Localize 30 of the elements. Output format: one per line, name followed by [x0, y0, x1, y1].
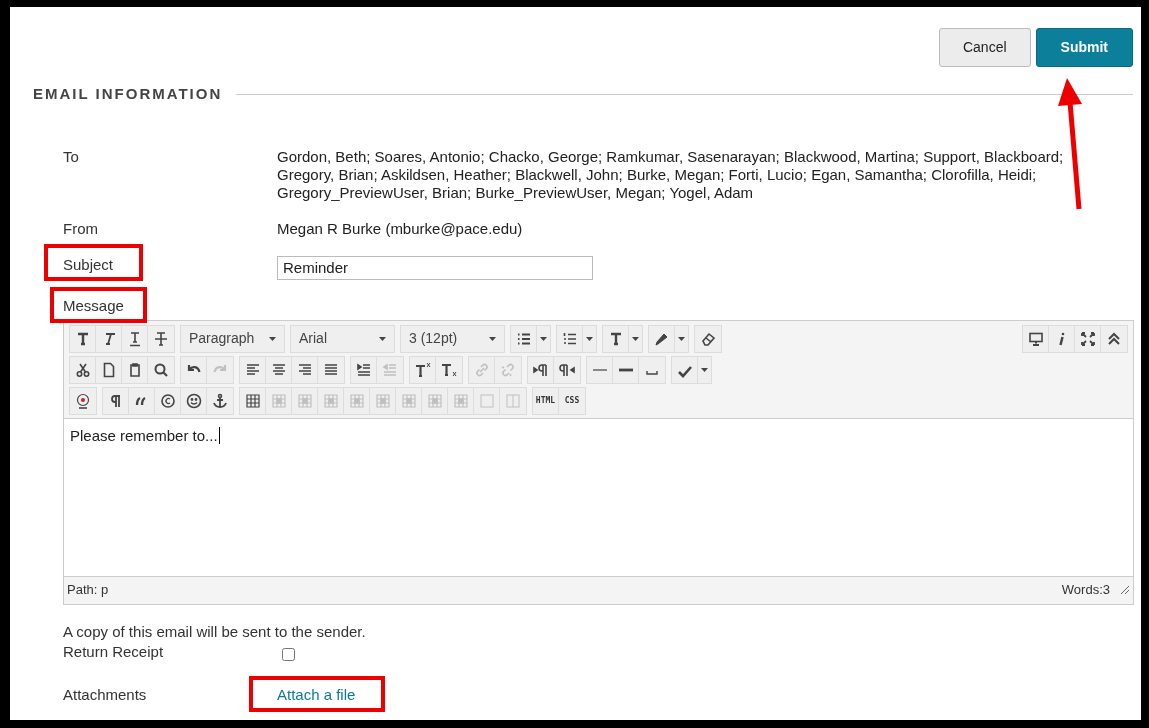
section-heading: EMAIL INFORMATION	[33, 84, 223, 104]
toolbar-button[interactable]: HTML	[533, 387, 559, 414]
field-label: To	[63, 147, 80, 166]
subject-field[interactable]: Reminder	[277, 255, 593, 280]
editor-text-area[interactable]: Please remember to...	[64, 417, 1133, 577]
return-receipt-checkbox[interactable]	[282, 647, 295, 661]
submit-button[interactable]: Submit	[1035, 28, 1133, 67]
field-label: Subject	[63, 255, 115, 274]
field-value: Gordon, Beth; Soares, Antonio; Chacko, George; Ramkumar, Sasenarayan; Blackwood, Martina; Support, Blackboard; Gregory, Brian; Askildsen, Heather; Blackwell, John; Burke, Megan; Forti, Lucio; Egan, Samantha; Clorofilla, Heidi; Gregory_PreviewUser, Brian; Burke_PreviewUser, Megan; Yogel, Adam	[277, 147, 1065, 202]
caret-icon[interactable]	[632, 336, 639, 341]
field-label: Attachments	[63, 685, 148, 704]
caret-icon[interactable]	[701, 367, 708, 372]
caret-icon[interactable]	[540, 336, 547, 341]
toolbar-button[interactable]: CSS	[559, 387, 585, 414]
resize-grip-icon	[1120, 585, 1130, 595]
attach-file-link[interactable]: Attach a file	[277, 685, 356, 704]
path-label: Path: p	[67, 581, 109, 600]
field-label: From	[63, 219, 99, 238]
field-label: Return Receipt	[63, 642, 165, 661]
cancel-button[interactable]: Cancel	[938, 28, 1031, 67]
caret-icon[interactable]	[379, 336, 386, 341]
field-value: Megan R Burke (mburke@pace.edu)	[277, 219, 523, 238]
copy-notice: A copy of this email will be sent to the sender.	[63, 622, 367, 641]
caret-icon[interactable]	[586, 336, 593, 341]
field-label: Message	[63, 296, 125, 315]
caret-icon[interactable]	[489, 336, 496, 341]
word-count: Words:3	[1061, 581, 1110, 600]
editor-text: Please remember to...	[70, 426, 220, 444]
caret-icon[interactable]	[678, 336, 685, 341]
caret-icon[interactable]	[269, 336, 276, 341]
